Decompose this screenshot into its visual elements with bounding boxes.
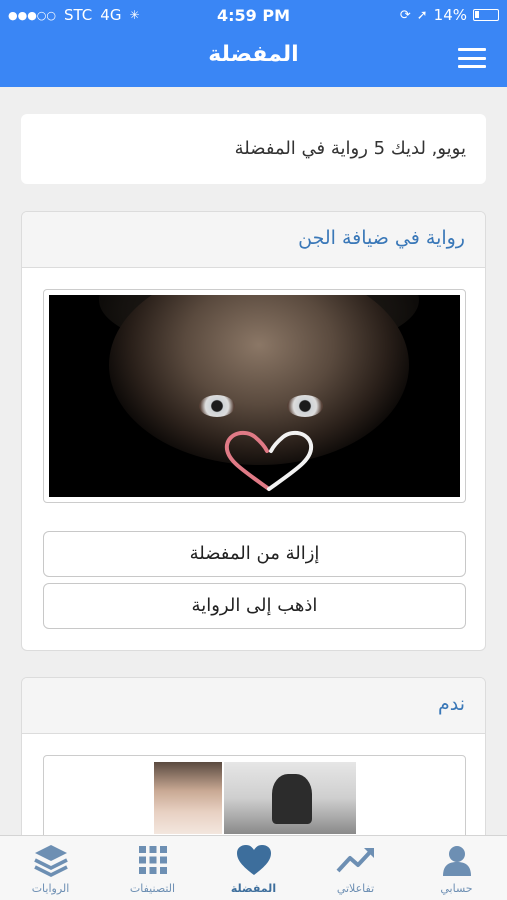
tab-novels[interactable]: الروايات	[0, 836, 101, 900]
remove-from-favorites-button[interactable]: إزالة من المفضلة	[43, 531, 466, 577]
location-arrow-icon: ➚	[416, 7, 428, 23]
novel-title-link[interactable]: رواية في ضيافة الجن	[298, 227, 465, 249]
cover-photo-sad-man	[224, 762, 356, 834]
heart-icon	[203, 842, 304, 878]
battery-percent: 14%	[433, 6, 467, 24]
tab-label: حسابي	[440, 882, 473, 895]
user-icon	[406, 842, 507, 878]
trending-icon	[305, 842, 406, 878]
status-bar: ●●●○○ STC 4G ✳ 4:59 PM ⟳ ➚ 14%	[0, 0, 507, 30]
favorites-summary-card: يويو, لديك 5 رواية في المفضلة	[21, 114, 486, 184]
tab-label: المفضلة	[230, 882, 277, 895]
page-title: المفضلة	[208, 42, 299, 67]
tab-label: التصنيفات	[129, 882, 176, 895]
status-right: ⟳ ➚ 14%	[400, 6, 499, 24]
tab-favorites[interactable]: المفضلة	[203, 836, 304, 900]
navigation-bar: المفضلة	[0, 30, 507, 87]
favorite-novel-card: رواية في ضيافة الجن إزالة من المفضلة اذه…	[21, 211, 486, 651]
novel-cover-image[interactable]	[43, 289, 466, 503]
tab-my-interactions[interactable]: تفاعلاتي	[305, 836, 406, 900]
novel-cover-image[interactable]	[43, 755, 466, 835]
heart-graphic-icon	[224, 430, 314, 491]
hamburger-menu-icon[interactable]	[458, 48, 486, 68]
cover-photo-girl	[154, 762, 222, 834]
favorite-novel-card: ندم	[21, 677, 486, 835]
layers-icon	[0, 842, 101, 878]
favorite-novel-header: رواية في ضيافة الجن	[22, 212, 485, 268]
lock-rotation-icon: ⟳	[399, 7, 411, 23]
tab-my-account[interactable]: حسابي	[406, 836, 507, 900]
favorites-count-text: يويو, لديك 5 رواية في المفضلة	[234, 138, 466, 159]
grid-icon	[102, 842, 203, 878]
tab-label: الروايات	[31, 882, 70, 895]
tab-categories[interactable]: التصنيفات	[102, 836, 203, 900]
battery-icon	[473, 9, 499, 21]
bottom-tab-bar: حسابي تفاعلاتي المفضلة التصنيفات الروايا…	[0, 835, 507, 900]
favorites-content[interactable]: يويو, لديك 5 رواية في المفضلة رواية في ض…	[0, 87, 507, 835]
novel-title-link[interactable]: ندم	[438, 693, 465, 715]
favorite-novel-header: ندم	[22, 678, 485, 734]
go-to-novel-button[interactable]: اذهب إلى الرواية	[43, 583, 466, 629]
tab-label: تفاعلاتي	[336, 882, 375, 895]
